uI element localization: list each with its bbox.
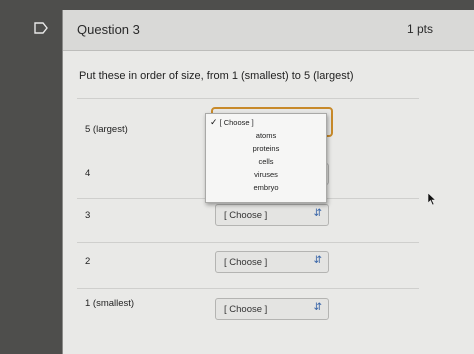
divider xyxy=(77,288,419,289)
dropdown-list: ✓[ Choose ] atoms proteins cells viruses… xyxy=(205,113,327,203)
select-value: [ Choose ] xyxy=(224,210,268,221)
select-value: [ Choose ] xyxy=(224,257,268,268)
divider xyxy=(77,98,419,99)
question-card: Question 3 1 pts Put these in order of s… xyxy=(62,10,474,354)
chevron-updown-icon: ⇵ xyxy=(313,255,322,266)
row-label-5: 5 (largest) xyxy=(85,124,128,135)
dropdown-option-atoms[interactable]: atoms xyxy=(206,131,326,140)
select-value: [ Choose ] xyxy=(224,304,268,315)
dropdown-option-proteins[interactable]: proteins xyxy=(206,144,326,153)
row-label-4: 4 xyxy=(85,168,91,179)
question-title: Question 3 xyxy=(77,22,140,37)
select-rank-2[interactable]: [ Choose ] ⇵ xyxy=(215,251,329,273)
row-label-3: 3 xyxy=(85,210,91,221)
question-prompt: Put these in order of size, from 1 (smal… xyxy=(79,70,354,82)
dropdown-option-viruses[interactable]: viruses xyxy=(206,170,326,179)
dropdown-option-cells[interactable]: cells xyxy=(206,157,326,166)
divider xyxy=(77,242,419,243)
row-label-2: 2 xyxy=(85,256,91,267)
select-rank-1[interactable]: [ Choose ] ⇵ xyxy=(215,298,329,320)
dropdown-option-embryo[interactable]: embryo xyxy=(206,183,326,192)
chevron-updown-icon: ⇵ xyxy=(313,208,322,219)
question-points: 1 pts xyxy=(406,22,433,36)
row-label-1: 1 (smallest) xyxy=(85,298,135,309)
flag-icon[interactable] xyxy=(34,22,48,34)
chevron-updown-icon: ⇵ xyxy=(313,302,322,313)
mouse-cursor-icon xyxy=(428,193,436,205)
question-header: Question 3 1 pts xyxy=(63,10,474,51)
dropdown-option-choose[interactable]: ✓[ Choose ] xyxy=(206,117,326,128)
select-rank-3[interactable]: [ Choose ] ⇵ xyxy=(215,204,329,226)
checkmark-icon: ✓ xyxy=(210,117,218,127)
